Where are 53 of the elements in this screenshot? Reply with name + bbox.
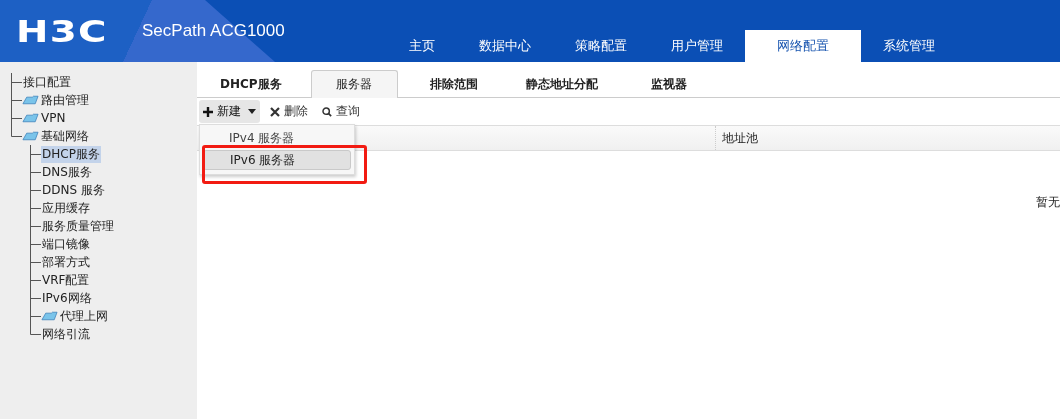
- tree-connector: [30, 271, 41, 289]
- tree-item[interactable]: 接口配置: [22, 73, 72, 91]
- tree-item[interactable]: 应用缓存: [41, 199, 91, 217]
- tree-item[interactable]: DNS服务: [41, 163, 93, 181]
- delete-button[interactable]: 删除: [266, 100, 312, 123]
- menu-item[interactable]: IPv4 服务器: [203, 128, 351, 148]
- nav-tab[interactable]: 策略配置: [552, 30, 649, 62]
- tree-connector: [30, 289, 41, 307]
- tree-item[interactable]: 路由管理: [40, 91, 90, 109]
- folder-icon: [41, 311, 58, 321]
- tab[interactable]: 静态地址分配: [510, 71, 613, 97]
- nav-tab[interactable]: 网络配置: [744, 30, 861, 62]
- tree-item[interactable]: 服务质量管理: [41, 217, 115, 235]
- new-button[interactable]: 新建: [199, 100, 260, 123]
- tree-item[interactable]: 端口镜像: [41, 235, 91, 253]
- tree-connector: [30, 217, 41, 235]
- tree-connector: [30, 163, 41, 181]
- folder-icon: [22, 95, 39, 105]
- tree-item[interactable]: 代理上网: [59, 307, 109, 325]
- product-name: SecPath ACG1000: [142, 21, 285, 41]
- tree-connector: [30, 145, 41, 163]
- tab[interactable]: 排除范围: [411, 71, 497, 97]
- nav-tab[interactable]: 系统管理: [860, 30, 957, 62]
- nav-tab[interactable]: 用户管理: [648, 30, 745, 62]
- close-icon: [270, 106, 280, 117]
- caret-icon: [248, 109, 256, 114]
- tab[interactable]: 监视器: [626, 71, 712, 97]
- menu-item[interactable]: IPv6 服务器: [203, 150, 351, 170]
- column-header: 地址池: [721, 129, 758, 147]
- tree-connector: [11, 73, 22, 91]
- tree-connector: [11, 91, 22, 109]
- tree-item[interactable]: 基础网络: [40, 127, 90, 145]
- tab[interactable]: DHCP服务: [205, 71, 297, 97]
- nav-tab[interactable]: 主页: [386, 30, 457, 62]
- tree-connector: [30, 199, 41, 217]
- folder-icon: [22, 131, 39, 141]
- tree-connector: [30, 181, 41, 199]
- tree-item[interactable]: DHCP服务: [41, 145, 101, 163]
- nav-tab[interactable]: 数据中心: [456, 30, 553, 62]
- tree-item[interactable]: 部署方式: [41, 253, 91, 271]
- tree-item[interactable]: VPN: [40, 111, 67, 125]
- search-button[interactable]: 查询: [318, 100, 364, 123]
- tab[interactable]: 服务器: [310, 70, 398, 98]
- plus-icon: [203, 106, 213, 117]
- tree-item[interactable]: VRF配置: [41, 271, 91, 289]
- tree-connector: [30, 235, 41, 253]
- tree-item[interactable]: DDNS 服务: [41, 181, 106, 199]
- empty-message: 暂无: [1036, 194, 1060, 211]
- tree-connector: [30, 253, 41, 271]
- tree-item[interactable]: 网络引流: [41, 325, 91, 343]
- tree-item[interactable]: IPv6网络: [41, 289, 93, 307]
- search-icon: [322, 106, 332, 117]
- folder-icon: [22, 113, 39, 123]
